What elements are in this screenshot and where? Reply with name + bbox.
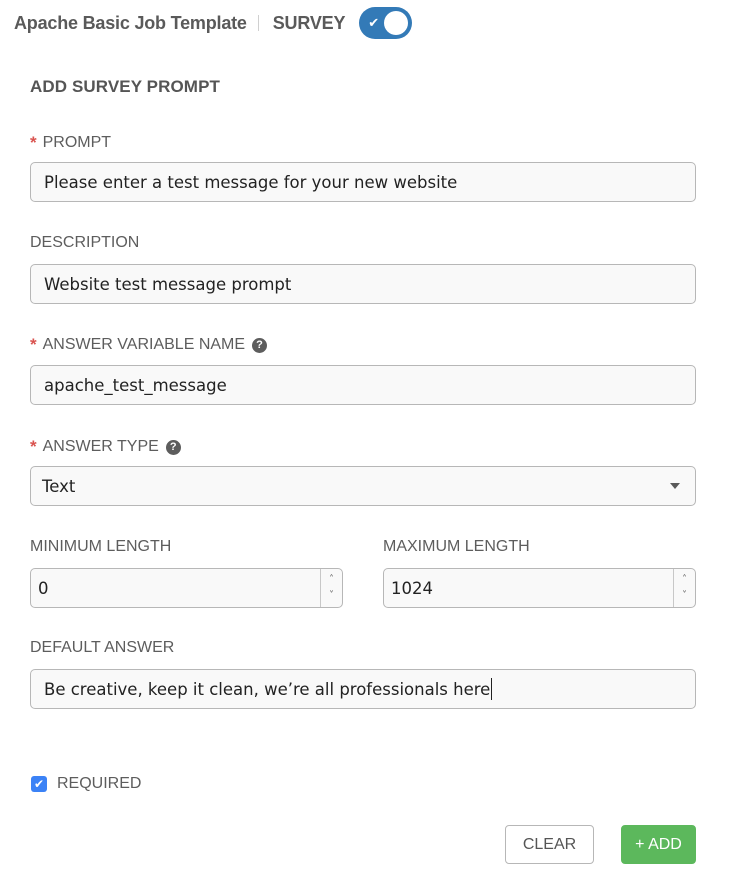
maximum-length-input[interactable]: 1024 ˄ ˅ — [383, 568, 696, 608]
page-header: Apache Basic Job Template SURVEY ✔ — [14, 7, 413, 39]
prompt-label: * PROMPT — [30, 133, 111, 153]
maximum-length-value: 1024 — [391, 578, 433, 598]
default-answer-input[interactable]: Be creative, keep it clean, we’re all pr… — [30, 669, 696, 709]
prompt-input-value: Please enter a test message for your new… — [44, 172, 458, 192]
minimum-length-spinner[interactable]: ˄ ˅ — [320, 569, 342, 607]
required-marker: * — [30, 133, 37, 152]
answer-variable-name-value: apache_test_message — [44, 375, 227, 395]
answer-type-label-text: ANSWER TYPE — [42, 438, 159, 455]
description-label-text: DESCRIPTION — [30, 234, 140, 251]
answer-variable-name-label-text: ANSWER VARIABLE NAME — [42, 336, 246, 353]
help-icon[interactable]: ? — [252, 337, 268, 353]
default-answer-label: DEFAULT ANSWER — [30, 639, 174, 657]
description-label: DESCRIPTION — [30, 234, 139, 252]
minimum-length-label: MINIMUM LENGTH — [30, 538, 171, 556]
spinner-up-icon[interactable]: ˄ — [329, 572, 334, 588]
description-input[interactable]: Website test message prompt — [30, 264, 696, 304]
prompt-input[interactable]: Please enter a test message for your new… — [30, 162, 696, 202]
answer-variable-name-label: * ANSWER VARIABLE NAME ? — [30, 335, 268, 355]
minimum-length-value: 0 — [38, 578, 49, 598]
add-button[interactable]: + ADD — [621, 825, 696, 864]
help-icon[interactable]: ? — [165, 439, 181, 455]
required-checkbox[interactable]: ✔ — [31, 776, 47, 792]
answer-type-selected-value: Text — [42, 476, 76, 496]
maximum-length-spinner[interactable]: ˄ ˅ — [673, 569, 695, 607]
breadcrumb-survey: SURVEY — [272, 12, 346, 33]
answer-type-label: * ANSWER TYPE ? — [30, 437, 181, 457]
minimum-length-input[interactable]: 0 ˄ ˅ — [30, 568, 343, 608]
required-marker: * — [30, 335, 37, 354]
default-answer-label-text: DEFAULT ANSWER — [30, 639, 175, 656]
default-answer-value: Be creative, keep it clean, we’re all pr… — [44, 679, 491, 699]
required-checkbox-row: ✔ REQUIRED — [31, 775, 141, 793]
spinner-down-icon[interactable]: ˅ — [329, 588, 334, 604]
spinner-up-icon[interactable]: ˄ — [682, 572, 687, 588]
required-marker: * — [30, 437, 37, 456]
check-icon: ✔ — [368, 15, 380, 30]
maximum-length-label-text: MAXIMUM LENGTH — [383, 538, 530, 555]
answer-variable-name-input[interactable]: apache_test_message — [30, 365, 696, 405]
maximum-length-label: MAXIMUM LENGTH — [383, 538, 530, 556]
clear-button[interactable]: CLEAR — [505, 825, 594, 864]
answer-type-select[interactable]: Text — [30, 466, 696, 506]
form-title: ADD SURVEY PROMPT — [30, 77, 220, 96]
required-checkbox-label[interactable]: REQUIRED — [57, 775, 141, 793]
spinner-down-icon[interactable]: ˅ — [682, 588, 687, 604]
breadcrumb-divider — [257, 15, 259, 31]
description-input-value: Website test message prompt — [44, 274, 292, 294]
minimum-length-label-text: MINIMUM LENGTH — [30, 538, 172, 555]
breadcrumb-template-name[interactable]: Apache Basic Job Template — [14, 13, 247, 34]
caret-down-icon — [670, 483, 680, 489]
prompt-label-text: PROMPT — [42, 134, 112, 151]
text-cursor — [491, 678, 493, 700]
toggle-knob — [384, 11, 409, 35]
survey-enabled-toggle[interactable]: ✔ — [359, 7, 413, 39]
